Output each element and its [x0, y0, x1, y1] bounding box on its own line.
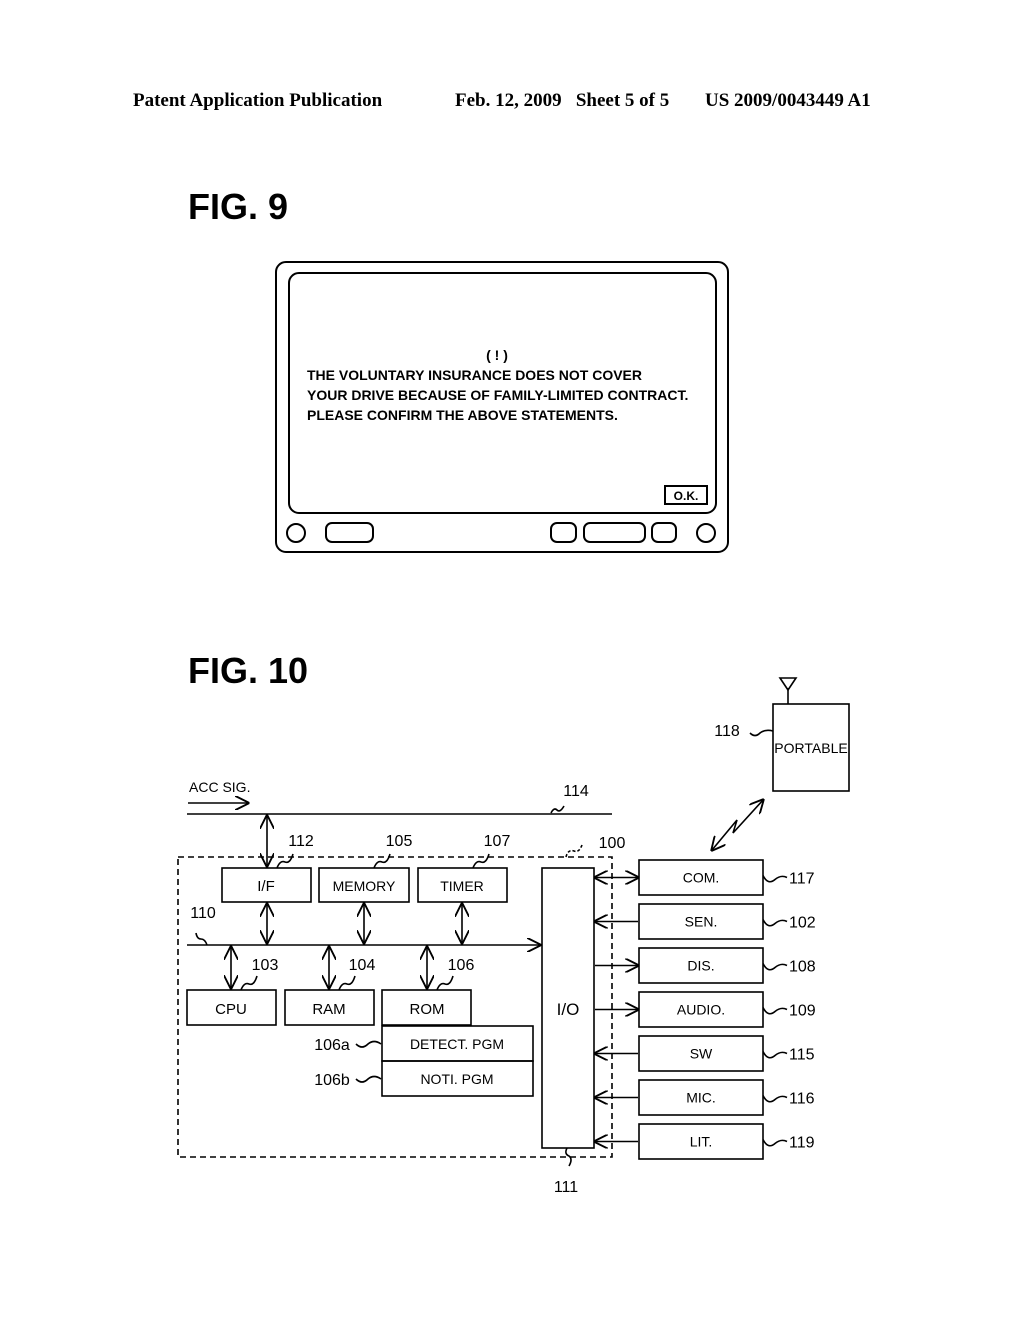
message-line-3: PLEASE CONFIRM THE ABOVE STATEMENTS.	[307, 407, 618, 423]
message-line-2: YOUR DRIVE BECAUSE OF FAMILY-LIMITED CON…	[307, 387, 688, 403]
ref-106b: 106b	[314, 1072, 350, 1089]
peripheral-label: AUDIO.	[677, 1002, 725, 1018]
ref-100: 100	[599, 835, 626, 852]
device-knob-left	[286, 523, 306, 543]
peripheral-ref: 115	[789, 1047, 815, 1064]
alert-symbol: ( ! )	[486, 347, 508, 363]
wireless-link-icon	[712, 800, 763, 850]
leader-107	[472, 853, 490, 869]
ref-104: 104	[349, 957, 376, 974]
message-line-1: THE VOLUNTARY INSURANCE DOES NOT COVER	[307, 367, 642, 383]
ref-118: 118	[714, 723, 740, 740]
device-button-left[interactable]	[325, 522, 374, 543]
peripheral-label: SEN.	[685, 914, 718, 930]
noti-pgm-label: NOTI. PGM	[420, 1071, 493, 1087]
ref-103: 103	[252, 957, 279, 974]
leader-119	[762, 1139, 788, 1147]
ref-114: 114	[563, 783, 589, 800]
peripheral-ref: 117	[789, 871, 815, 888]
leader-108	[762, 963, 788, 971]
peripheral-ref: 116	[789, 1091, 815, 1108]
figures-canvas: ( ! ) THE VOLUNTARY INSURANCE DOES NOT C…	[177, 261, 850, 1196]
portable-label: PORTABLE	[774, 740, 847, 756]
memory-label: MEMORY	[333, 878, 396, 894]
leader-117	[762, 875, 788, 883]
leader-105	[373, 853, 391, 869]
peripheral-label: DIS.	[687, 958, 714, 974]
leader-109	[762, 1007, 788, 1015]
leader-118	[749, 729, 774, 737]
leader-115	[762, 1051, 788, 1059]
peripheral-ref: 108	[789, 959, 816, 976]
device-knob-right	[696, 523, 716, 543]
leader-116	[762, 1095, 788, 1103]
cpu-label: CPU	[215, 1001, 247, 1018]
leader-112	[276, 853, 294, 869]
acc-sig-label: ACC SIG.	[189, 779, 250, 795]
ref-105: 105	[386, 833, 413, 850]
peripheral-ref: 109	[789, 1003, 816, 1020]
leader-106a	[355, 1040, 382, 1048]
peripheral-label: SW	[690, 1046, 713, 1062]
leader-110	[195, 932, 208, 946]
device-button-1[interactable]	[550, 522, 577, 543]
ref-106a: 106a	[314, 1037, 350, 1054]
peripheral-label: LIT.	[690, 1134, 713, 1150]
leader-114	[550, 805, 565, 814]
ref-107: 107	[484, 833, 511, 850]
peripheral-ref: 119	[789, 1135, 815, 1152]
peripheral-label: MIC.	[686, 1090, 716, 1106]
if-label: I/F	[257, 878, 275, 895]
leader-103	[240, 975, 258, 991]
peripheral-ref: 102	[789, 915, 816, 932]
rom-label: ROM	[410, 1001, 445, 1018]
leader-102	[762, 919, 788, 927]
ref-112: 112	[288, 833, 314, 850]
leader-106b	[355, 1075, 382, 1083]
ram-label: RAM	[312, 1001, 345, 1018]
device-button-2[interactable]	[583, 522, 646, 543]
device-button-3[interactable]	[651, 522, 677, 543]
ref-106: 106	[448, 957, 475, 974]
leader-111	[565, 1147, 572, 1167]
ok-button[interactable]: O.K.	[674, 489, 699, 503]
leader-100	[565, 844, 583, 858]
detect-pgm-label: DETECT. PGM	[410, 1036, 504, 1052]
leader-106	[436, 975, 454, 991]
ref-111: 111	[554, 1179, 578, 1196]
io-label: I/O	[557, 1000, 580, 1019]
ref-110: 110	[190, 905, 216, 922]
timer-label: TIMER	[440, 878, 484, 894]
peripheral-label: COM.	[683, 870, 720, 886]
leader-104	[338, 975, 356, 991]
